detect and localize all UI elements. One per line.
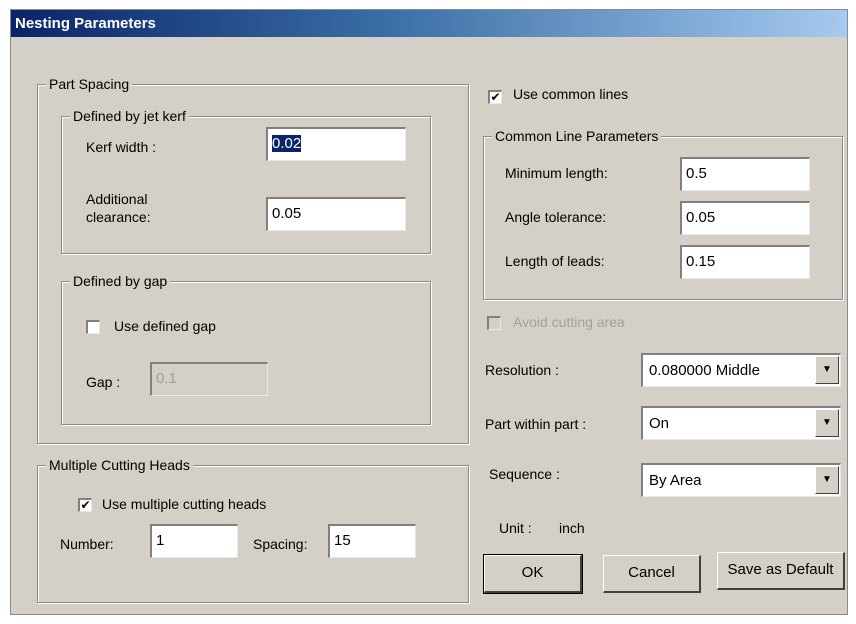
gap-group: Defined by gap Use defined gap Gap : 0.1 — [61, 273, 431, 425]
kerf-legend: Defined by jet kerf — [70, 108, 189, 124]
save-as-default-button[interactable]: Save as Default — [717, 552, 845, 590]
ok-button[interactable]: OK — [483, 554, 583, 594]
use-multiple-heads-checkbox[interactable]: ✔ — [78, 498, 92, 512]
title-bar[interactable]: Nesting Parameters × — [11, 10, 847, 37]
check-icon: ✔ — [490, 90, 501, 104]
resolution-value: 0.080000 Middle — [649, 362, 760, 379]
gap-input[interactable]: 0.1 — [150, 362, 268, 396]
common-line-params-legend: Common Line Parameters — [492, 128, 662, 144]
gap-label: Gap : — [86, 374, 121, 390]
use-common-lines-label: Use common lines — [513, 86, 629, 102]
chevron-down-icon[interactable]: ▼ — [815, 356, 839, 384]
kerf-width-value: 0.02 — [272, 135, 302, 152]
angle-tolerance-label: Angle tolerance: — [505, 209, 607, 225]
resolution-select[interactable]: 0.080000 Middle ▼ — [641, 353, 841, 387]
check-icon: ✔ — [80, 498, 91, 512]
lead-length-input[interactable]: 0.15 — [680, 245, 810, 279]
min-length-label: Minimum length: — [505, 165, 608, 181]
dialog-title: Nesting Parameters — [15, 15, 156, 32]
nesting-parameters-dialog: Nesting Parameters × Part Spacing Define… — [10, 9, 848, 615]
additional-clearance-label-1: Additional — [86, 191, 148, 207]
sequence-value: By Area — [649, 472, 702, 489]
sequence-select[interactable]: By Area ▼ — [641, 463, 841, 497]
sequence-label: Sequence : — [489, 466, 560, 482]
kerf-group: Defined by jet kerf Kerf width : 0.02 Ad… — [61, 108, 431, 254]
use-common-lines-checkbox[interactable]: ✔ — [488, 90, 502, 104]
spacing-label: Spacing: — [253, 536, 308, 552]
unit-label: Unit : — [499, 520, 532, 536]
part-within-part-label: Part within part : — [485, 416, 587, 432]
unit-value: inch — [559, 520, 585, 536]
kerf-width-label: Kerf width : — [86, 139, 157, 155]
gap-legend: Defined by gap — [70, 273, 171, 289]
part-within-part-value: On — [649, 415, 670, 432]
part-within-part-select[interactable]: On ▼ — [641, 406, 841, 440]
angle-tolerance-input[interactable]: 0.05 — [680, 201, 810, 235]
lead-length-label: Length of leads: — [505, 253, 605, 269]
min-length-input[interactable]: 0.5 — [680, 157, 810, 191]
resolution-label: Resolution : — [485, 362, 559, 378]
multiple-heads-group: Multiple Cutting Heads ✔ Use multiple cu… — [37, 457, 469, 603]
number-input[interactable]: 1 — [150, 524, 238, 558]
close-icon[interactable]: × — [825, 14, 843, 32]
additional-clearance-label-2: clearance: — [86, 209, 151, 225]
part-spacing-legend: Part Spacing — [46, 76, 133, 92]
kerf-width-input[interactable]: 0.02 — [266, 127, 406, 161]
avoid-cutting-area-label: Avoid cutting area — [513, 314, 625, 330]
part-spacing-group: Part Spacing Defined by jet kerf Kerf wi… — [37, 76, 469, 444]
spacing-input[interactable]: 15 — [328, 524, 416, 558]
number-label: Number: — [60, 536, 114, 552]
chevron-down-icon[interactable]: ▼ — [815, 409, 839, 437]
use-defined-gap-checkbox[interactable] — [86, 320, 100, 334]
chevron-down-icon[interactable]: ▼ — [815, 466, 839, 494]
avoid-cutting-area-checkbox[interactable] — [487, 316, 501, 330]
common-line-params-group: Common Line Parameters Minimum length: 0… — [483, 128, 843, 300]
additional-clearance-input[interactable]: 0.05 — [266, 197, 406, 231]
cancel-button[interactable]: Cancel — [603, 555, 701, 593]
use-multiple-heads-label: Use multiple cutting heads — [102, 496, 267, 512]
use-defined-gap-label: Use defined gap — [114, 318, 216, 334]
multiple-heads-legend: Multiple Cutting Heads — [46, 457, 193, 473]
